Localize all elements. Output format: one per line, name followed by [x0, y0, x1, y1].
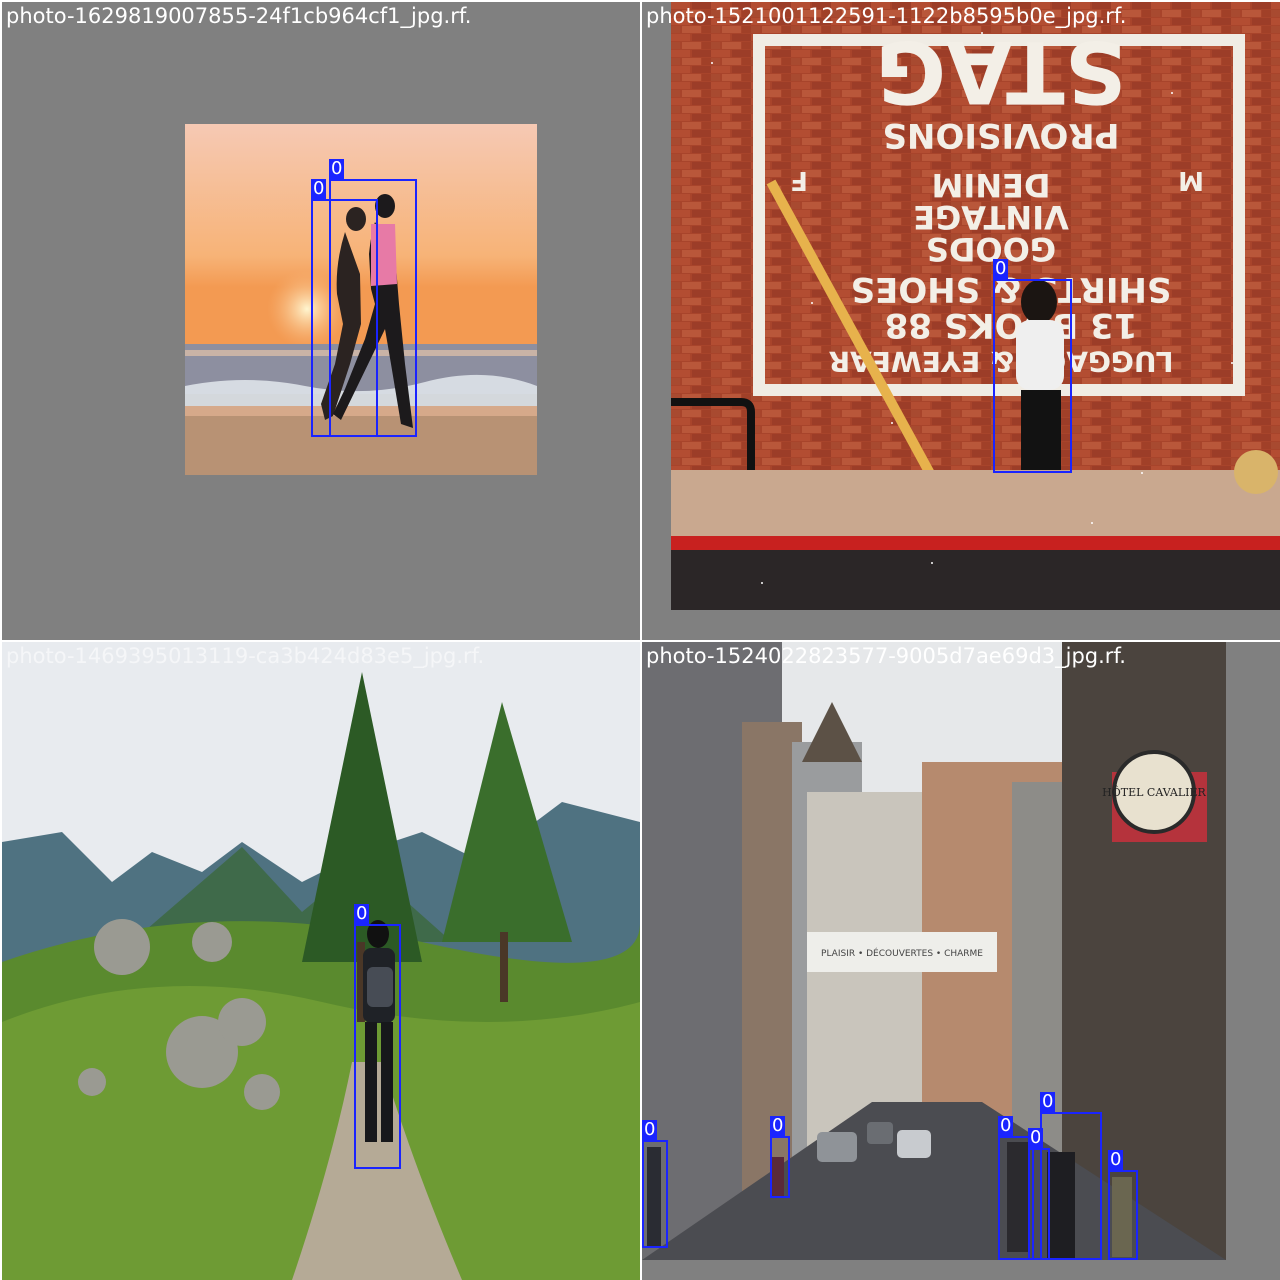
box-label: 0 [993, 258, 1009, 279]
person-box: 0 [1108, 1150, 1138, 1260]
mosaic-tile-3: photo-1469395013119-ca3b424d83e5_jpg.rf.… [2, 642, 640, 1280]
person-box: 0 [642, 1120, 668, 1248]
tile-caption: photo-1524022823577-9005d7ae69d3_jpg.rf. [646, 644, 1126, 668]
sign-subtitle: PROVISIONS [882, 115, 1119, 155]
box-label: 0 [770, 1115, 786, 1136]
box-label: 0 [642, 1119, 658, 1140]
sign-side-letter: F [790, 165, 808, 195]
box-label: 0 [1108, 1149, 1124, 1170]
box-label: 0 [998, 1115, 1014, 1136]
mosaic-tile-2: STAG PROVISIONS DENIM VINTAGE GOODS SHIR… [642, 2, 1280, 640]
person-box: 0 [354, 904, 401, 1169]
person-box: 0 [1040, 1092, 1102, 1260]
mosaic-tile-1: photo-1629819007855-24f1cb964cf1_jpg.rf. [2, 2, 640, 640]
person-box: 0 [770, 1116, 790, 1198]
box-label: 0 [329, 158, 345, 179]
sign-title: STAG [875, 21, 1126, 121]
mountain-photo [2, 642, 640, 1280]
brick-wall-photo: STAG PROVISIONS DENIM VINTAGE GOODS SHIR… [671, 2, 1280, 610]
sign-line: GOODS [926, 230, 1056, 268]
box-label: 0 [354, 903, 370, 924]
tile-caption: photo-1629819007855-24f1cb964cf1_jpg.rf. [6, 4, 472, 28]
box-label: 0 [1040, 1091, 1056, 1112]
person-box: 0 [329, 159, 417, 437]
sign-side-letter: M [1178, 165, 1204, 195]
hotel-sign: HÔTEL CAVALIER [1102, 785, 1206, 799]
street-photo: HÔTEL CAVALIER PLAISIR • DÉCOUVERTES • C… [642, 642, 1226, 1260]
box-label: 0 [311, 178, 327, 199]
street-banner: PLAISIR • DÉCOUVERTES • CHARME [821, 947, 983, 959]
mosaic-tile-4: HÔTEL CAVALIER PLAISIR • DÉCOUVERTES • C… [642, 642, 1280, 1280]
person-box: 0 [993, 259, 1072, 473]
tile-caption: photo-1521001122591-1122b8595b0e_jpg.rf. [646, 4, 1127, 28]
tile-caption: photo-1469395013119-ca3b424d83e5_jpg.rf. [6, 644, 485, 668]
